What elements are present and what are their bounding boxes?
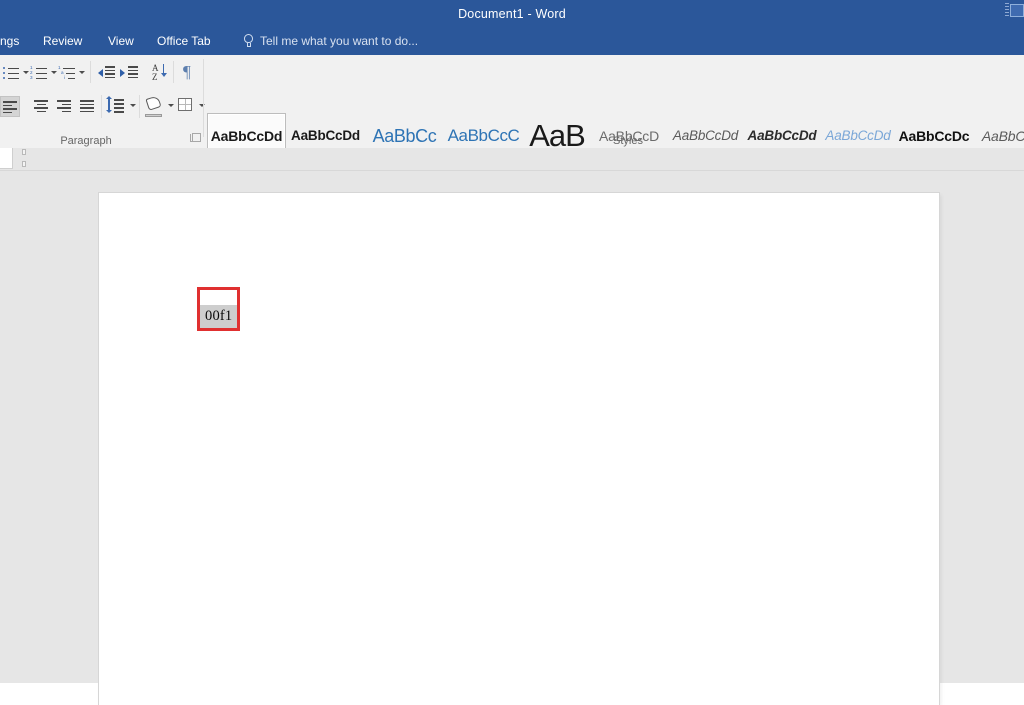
bulleted-list-icon [2,63,21,82]
align-right-icon [55,96,75,117]
numbering-button[interactable]: 1 2 3 [30,63,49,82]
align-center-icon [32,96,52,117]
tell-me-placeholder: Tell me what you want to do... [260,34,419,48]
borders-button[interactable] [176,96,196,117]
justify-button[interactable] [78,96,98,117]
window-title: Document1 - Word [458,7,566,21]
tab-stop-selector[interactable] [0,148,13,169]
tab-office-tab[interactable]: Office Tab [157,28,211,55]
tell-me-search-box[interactable]: Tell me what you want to do... [242,28,418,55]
document-canvas: 00f1 [0,171,1024,705]
bullets-button[interactable] [2,63,21,82]
restore-window-icon-dots [1005,3,1009,16]
word-application-window: Document1 - Word ngs Review View Office … [0,0,1024,705]
divider [101,95,102,118]
restore-window-icon[interactable] [1004,1,1024,19]
line-spacing-caret-icon[interactable] [130,104,136,107]
document-page[interactable]: 00f1 [99,193,939,705]
left-indent-marker[interactable] [20,149,28,168]
align-right-button[interactable] [55,96,75,117]
divider [173,61,174,83]
lightbulb-icon [242,34,255,49]
justify-icon [78,96,98,117]
ribbon-body: 1 2 3 1 a i A Z ¶ Paragraph Styles AaBbC… [0,55,1024,179]
bullets-caret-icon[interactable] [23,71,29,74]
title-bar: Document1 - Word [0,0,1024,28]
increase-indent-button[interactable] [119,63,141,82]
decrease-indent-icon [96,63,118,82]
restore-window-icon-square [1010,4,1024,17]
multilevel-list-button[interactable]: 1 a i [58,63,77,82]
numbering-caret-icon[interactable] [51,71,57,74]
multilevel-list-icon: 1 a i [58,63,77,82]
shading-caret-icon[interactable] [168,104,174,107]
paragraph-dialog-launcher[interactable] [189,133,201,144]
line-spacing-button[interactable] [106,96,127,117]
multilevel-list-caret-icon[interactable] [79,71,85,74]
decrease-indent-button[interactable] [96,63,118,82]
divider [139,95,140,118]
pilcrow-icon: ¶ [183,62,191,81]
divider [90,61,91,83]
align-left-icon [1,97,19,116]
selected-text-run[interactable]: 00f1 [200,305,238,330]
align-left-button[interactable] [0,96,20,117]
increase-indent-icon [119,63,141,82]
sort-button[interactable]: A Z [150,62,171,83]
borders-caret-icon[interactable] [199,104,205,107]
tab-review[interactable]: Review [43,28,82,55]
show-formatting-button[interactable]: ¶ [180,61,197,83]
group-label-paragraph: Paragraph [60,135,112,147]
tab-view[interactable]: View [108,28,134,55]
numbered-list-icon: 1 2 3 [30,63,49,82]
tab-mailings-clipped[interactable]: ngs [0,28,19,55]
align-center-button[interactable] [32,96,52,117]
horizontal-ruler[interactable] [0,148,1024,171]
ribbon-tab-strip: ngs Review View Office Tab Tell me what … [0,28,1024,55]
shading-button[interactable] [145,95,165,117]
divider [203,59,204,137]
